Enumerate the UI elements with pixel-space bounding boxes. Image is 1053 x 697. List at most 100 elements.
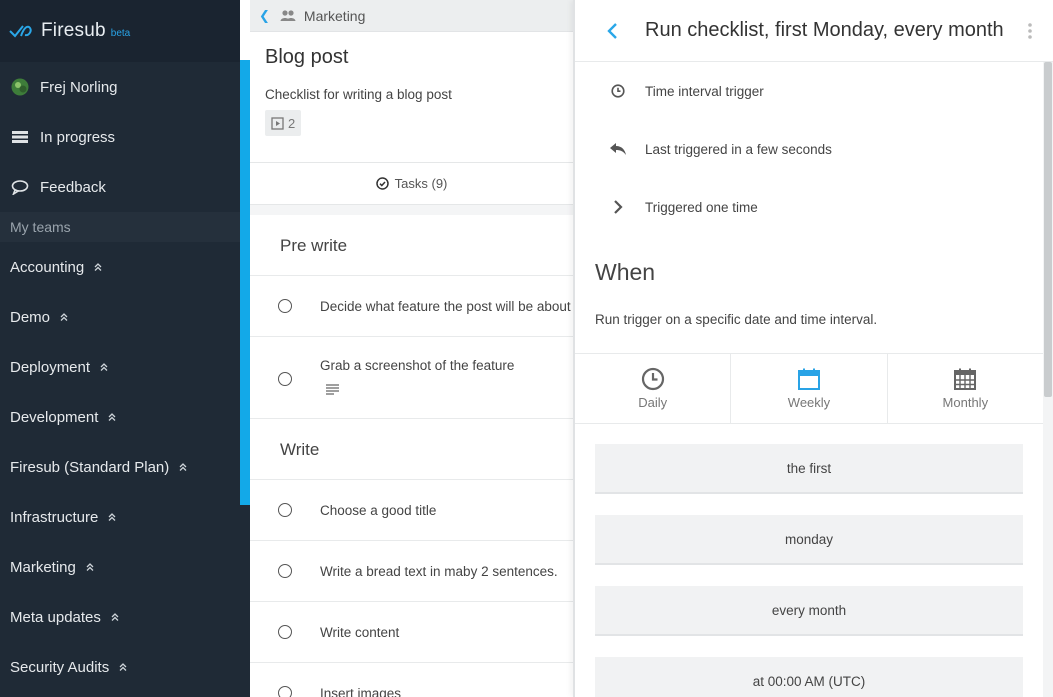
task-checkbox[interactable] — [278, 625, 292, 639]
select-time[interactable]: at 00:00 AM (UTC) — [595, 657, 1023, 697]
sidebar-team-marketing[interactable]: Marketing — [0, 542, 240, 592]
task-checkbox[interactable] — [278, 564, 292, 578]
when-description: Run trigger on a specific date and time … — [595, 312, 878, 327]
back-button[interactable] — [599, 18, 625, 44]
sidebar-team-development[interactable]: Development — [0, 392, 240, 442]
clock-icon — [608, 81, 628, 101]
task-text: Write a bread text in maby 2 sentences. — [320, 563, 558, 579]
sidebar-team-security-audits[interactable]: Security Audits — [0, 642, 240, 692]
select-weekday[interactable]: monday — [595, 515, 1023, 565]
section-divider — [250, 205, 573, 215]
chevron-double-up-icon — [179, 463, 187, 471]
beta-badge: beta — [110, 27, 131, 39]
tab-tasks[interactable]: Tasks (9) — [375, 176, 448, 191]
avatar — [10, 77, 30, 97]
tab-label: Monthly — [942, 395, 989, 410]
task-row[interactable]: Grab a screenshot of the feature — [250, 337, 573, 419]
when-heading: When — [595, 259, 656, 285]
task-row[interactable]: Decide what feature the post will be abo… — [250, 276, 573, 337]
chevron-double-up-icon — [108, 413, 116, 421]
chevron-left-icon — [607, 22, 617, 39]
tab-label: Weekly — [787, 395, 831, 410]
task-row[interactable]: Write a bread text in maby 2 sentences. — [250, 541, 573, 602]
task-body: Grab a screenshot of the feature — [320, 357, 514, 395]
task-row[interactable]: Insert images — [250, 663, 573, 697]
team-label: Firesub (Standard Plan) — [10, 458, 170, 476]
task-checkbox[interactable] — [278, 299, 292, 313]
play-box-icon — [271, 116, 284, 130]
active-accent-bar — [240, 60, 250, 505]
scrollbar-thumb[interactable] — [1044, 62, 1052, 397]
task-checkbox[interactable] — [278, 503, 292, 517]
tab-label: Daily — [638, 395, 668, 410]
meta-text: Time interval trigger — [645, 83, 764, 99]
select-interval[interactable]: every month — [595, 586, 1023, 636]
team-label: Infrastructure — [10, 508, 99, 526]
chevron-double-up-icon — [108, 513, 116, 521]
sidebar-item-in-progress[interactable]: In progress — [0, 112, 240, 162]
teams-section-header: My teams — [0, 212, 240, 242]
sidebar-team-meta-updates[interactable]: Meta updates — [0, 592, 240, 642]
firesub-logo-icon — [9, 25, 32, 38]
tab-count: (9) — [431, 176, 448, 191]
chevron-double-up-icon — [100, 363, 108, 371]
select-occurrence[interactable]: the first — [595, 444, 1023, 494]
calendar-grid-icon — [954, 368, 977, 390]
task-text: Grab a screenshot of the feature — [320, 358, 515, 373]
tab-label: Tasks — [394, 176, 428, 191]
task-checkbox[interactable] — [278, 372, 292, 386]
chevron-double-up-icon — [119, 663, 127, 671]
frequency-tabs: Daily Weekly Monthly — [575, 353, 1043, 424]
checklist-description: Checklist for writing a blog post — [265, 87, 452, 102]
run-count-badge[interactable]: 2 — [265, 110, 302, 136]
checklist-tabs: Tasks (9) — [250, 163, 573, 205]
brand[interactable]: Firesub beta — [0, 0, 240, 62]
team-label: Demo — [10, 308, 51, 326]
check-circle-icon — [375, 177, 389, 190]
team-users-icon — [280, 9, 296, 21]
panel-title: Run checklist, first Monday, every month — [645, 19, 1004, 41]
sidebar-team-accounting[interactable]: Accounting — [0, 242, 240, 292]
chevron-left-icon[interactable]: ❮ — [259, 8, 270, 24]
chat-bubble-icon — [10, 177, 30, 197]
team-label: Marketing — [10, 558, 76, 576]
sidebar-team-firesub[interactable]: Firesub (Standard Plan) — [0, 442, 240, 492]
sidebar-item-feedback[interactable]: Feedback — [0, 162, 240, 212]
task-text: Choose a good title — [320, 502, 437, 518]
sidebar-team-deployment[interactable]: Deployment — [0, 342, 240, 392]
chevron-double-up-icon — [111, 613, 119, 621]
sidebar-item-label: In progress — [40, 128, 116, 146]
stack-icon — [10, 127, 30, 147]
sidebar-item-user[interactable]: Frej Norling — [0, 62, 240, 112]
note-lines-icon — [326, 384, 339, 395]
sidebar-team-demo[interactable]: Demo — [0, 292, 240, 342]
reply-arrow-icon — [608, 139, 628, 159]
task-row[interactable]: Write content — [250, 602, 573, 663]
tab-daily[interactable]: Daily — [575, 354, 732, 423]
panel-header: Run checklist, first Monday, every month — [575, 0, 1053, 62]
chevron-right-icon — [608, 197, 628, 217]
sidebar-team-infrastructure[interactable]: Infrastructure — [0, 492, 240, 542]
page-title: Blog post — [265, 46, 349, 68]
task-text: Decide what feature the post will be abo… — [320, 298, 571, 314]
run-count: 2 — [288, 115, 296, 131]
tab-weekly[interactable]: Weekly — [731, 354, 888, 423]
task-text: Write content — [320, 624, 400, 640]
meta-text: Last triggered in a few seconds — [645, 141, 832, 157]
task-checkbox[interactable] — [278, 686, 292, 697]
kebab-menu-icon[interactable] — [1027, 22, 1033, 40]
sidebar-item-label: Frej Norling — [40, 78, 118, 96]
checklist-view: ❮ Marketing Blog post Checklist for writ… — [250, 0, 573, 697]
meta-text: Triggered one time — [645, 199, 758, 215]
breadcrumb[interactable]: ❮ Marketing — [250, 0, 573, 32]
team-label: Meta updates — [10, 608, 101, 626]
task-row[interactable]: Choose a good title — [250, 480, 573, 541]
brand-name: Firesub — [41, 20, 106, 41]
trigger-count-row[interactable]: Triggered one time — [575, 178, 1053, 236]
trigger-panel: Run checklist, first Monday, every month… — [573, 0, 1053, 697]
sidebar-item-label: Feedback — [40, 178, 106, 196]
breadcrumb-team[interactable]: Marketing — [304, 8, 365, 24]
tab-monthly[interactable]: Monthly — [888, 354, 1043, 423]
task-group-title: Write — [250, 419, 573, 480]
sidebar-gutter — [240, 505, 250, 697]
